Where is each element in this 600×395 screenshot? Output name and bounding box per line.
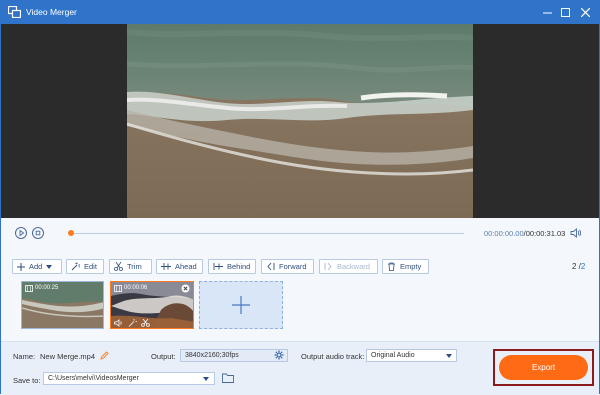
edit-button[interactable]: Edit xyxy=(66,259,104,274)
maximize-icon xyxy=(560,8,570,17)
ahead-button[interactable]: Ahead xyxy=(156,259,203,274)
audio-track-label: Output audio track: xyxy=(301,352,365,361)
edit-label: Edit xyxy=(84,262,97,271)
plus-icon xyxy=(17,262,25,271)
play-button[interactable] xyxy=(15,227,27,239)
remove-clip-icon[interactable] xyxy=(181,284,190,293)
add-label: Add xyxy=(29,262,43,271)
clip-1-duration: 00:00:25 xyxy=(35,285,59,291)
video-preview xyxy=(1,24,599,218)
behind-label: Behind xyxy=(227,262,251,271)
chevron-down-icon xyxy=(46,264,53,269)
trim-button[interactable]: Trim xyxy=(109,259,152,274)
total-time: /00:00:31.03 xyxy=(523,229,566,238)
insert-behind-icon xyxy=(213,263,223,270)
chevron-down-icon xyxy=(446,354,452,358)
clip-strip: 00:00:25 00:00:06 xyxy=(1,279,599,337)
time-display: 00:00:00.00/00:00:31.03 xyxy=(484,229,565,238)
forward-button[interactable]: Forward xyxy=(261,259,314,274)
plus-icon xyxy=(232,296,250,314)
video-frame xyxy=(127,24,473,218)
play-icon xyxy=(19,229,25,237)
backward-label: Backward xyxy=(337,262,370,271)
add-button[interactable]: Add xyxy=(12,259,62,274)
audio-icon[interactable] xyxy=(114,319,123,327)
minimize-button[interactable] xyxy=(537,1,557,24)
audio-track-value: Original Audio xyxy=(371,352,415,359)
film-icon xyxy=(25,285,33,292)
scissors-icon xyxy=(114,262,123,271)
progress-track[interactable] xyxy=(69,233,464,234)
page-total: 2 xyxy=(580,262,586,271)
pencil-icon[interactable] xyxy=(100,351,109,360)
trash-icon xyxy=(388,262,395,271)
window-title: Video Merger xyxy=(26,7,77,17)
film-icon xyxy=(114,285,122,292)
clip-pagination: 2 /2 xyxy=(572,262,585,271)
insert-ahead-icon xyxy=(161,263,171,270)
chevron-down-icon xyxy=(203,377,209,381)
current-time: 00:00:00.00 xyxy=(484,229,524,238)
empty-label: Empty xyxy=(400,262,422,271)
stop-icon xyxy=(35,230,41,236)
folder-icon[interactable] xyxy=(222,373,234,383)
ahead-label: Ahead xyxy=(175,262,197,271)
empty-button[interactable]: Empty xyxy=(382,259,429,274)
clip-thumbnail-2[interactable]: 00:00:06 xyxy=(110,281,194,329)
merge-app-icon xyxy=(8,6,21,18)
save-to-label: Save to: xyxy=(13,376,41,385)
gear-icon[interactable] xyxy=(274,350,284,360)
close-button[interactable] xyxy=(575,1,595,24)
behind-button[interactable]: Behind xyxy=(208,259,256,274)
beach-aerial-image xyxy=(127,24,473,218)
magic-wand-icon[interactable] xyxy=(128,319,137,327)
playback-bar: 00:00:00.00/00:00:31.03 xyxy=(1,218,599,248)
save-path-value: C:\Users\melvi\VideosMerger xyxy=(48,375,139,382)
output-label: Output: xyxy=(151,352,176,361)
scissors-icon[interactable] xyxy=(141,319,150,327)
output-settings: Name: New Merge.mp4 Output: 3840x2160;30… xyxy=(1,341,599,395)
audio-track-select[interactable]: Original Audio xyxy=(366,349,457,362)
magic-wand-icon xyxy=(71,262,80,271)
export-highlight: Export xyxy=(493,349,594,386)
clip-2-duration: 00:00:06 xyxy=(124,285,148,291)
trim-label: Trim xyxy=(127,262,142,271)
move-backward-icon xyxy=(324,262,332,271)
progress-thumb[interactable] xyxy=(68,230,74,236)
app-window: Video Merger 00:00:00.00/00:00:31.03 Add… xyxy=(0,0,600,395)
backward-button[interactable]: Backward xyxy=(319,259,378,274)
forward-label: Forward xyxy=(279,262,307,271)
clip-toolbar: Add Edit Trim Ahead Behind Forward Backw… xyxy=(1,256,599,276)
minimize-icon xyxy=(542,12,552,14)
export-label: Export xyxy=(531,363,556,372)
title-bar: Video Merger xyxy=(1,1,599,24)
file-name: New Merge.mp4 xyxy=(40,352,96,361)
close-icon xyxy=(580,8,590,17)
output-format-field[interactable]: 3840x2160;30fps xyxy=(180,349,288,362)
stop-button[interactable] xyxy=(32,227,44,239)
volume-icon[interactable] xyxy=(570,227,582,239)
clip-thumbnail-1[interactable]: 00:00:25 xyxy=(21,281,104,329)
add-clip-tile[interactable] xyxy=(199,281,283,329)
name-label: Name: xyxy=(13,352,36,361)
save-path-select[interactable]: C:\Users\melvi\VideosMerger xyxy=(43,372,215,385)
maximize-button[interactable] xyxy=(555,1,575,24)
output-format-value: 3840x2160;30fps xyxy=(185,352,239,359)
export-button[interactable]: Export xyxy=(499,355,588,380)
move-forward-icon xyxy=(267,262,275,271)
